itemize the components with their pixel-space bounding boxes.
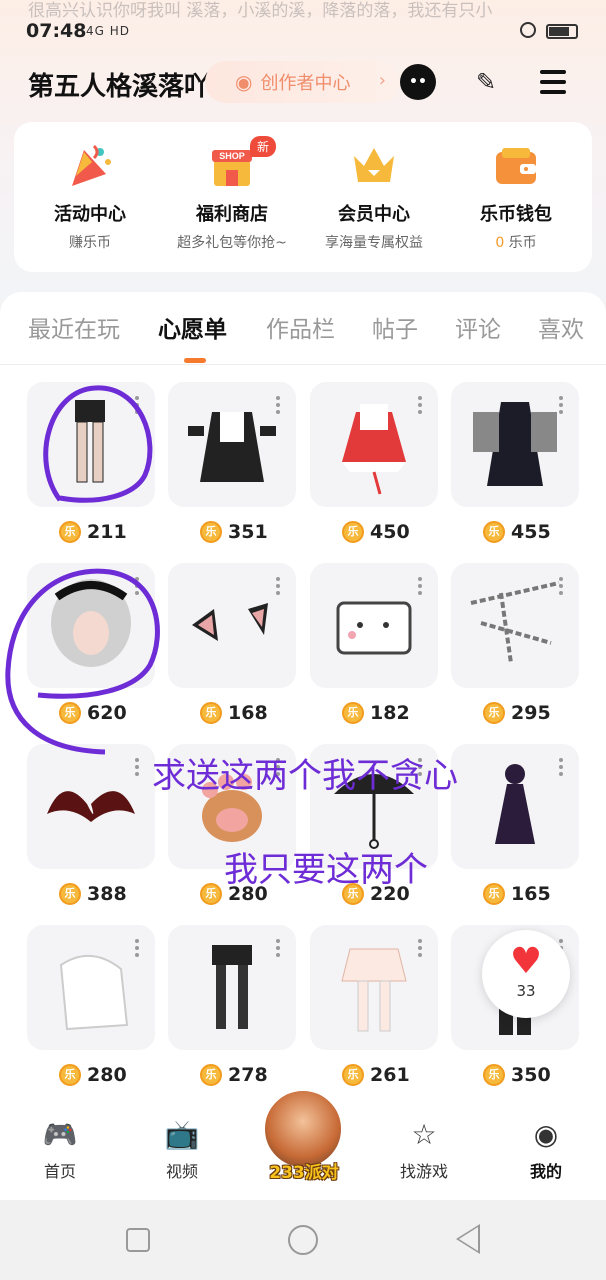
price-value: 388 — [87, 883, 127, 905]
welfare-shop-button[interactable]: SHOP 福利商店 超多礼包等你抢~ — [162, 142, 302, 252]
star-icon: ☆ — [411, 1118, 437, 1151]
scrolling-bio: 很高兴认识你呀我叫 溪落，小溪的溪，降落的落，我还有只小 — [28, 1, 493, 21]
party-popper-icon — [66, 142, 114, 190]
wishlist-item[interactable] — [168, 925, 296, 1050]
home-circle-icon[interactable] — [288, 1225, 318, 1255]
tab-posts[interactable]: 帖子 — [372, 310, 418, 344]
wishlist-item[interactable] — [27, 925, 155, 1050]
price-value: 278 — [228, 1064, 268, 1086]
item-price: 乐 278 — [200, 1063, 268, 1087]
coin-icon: 乐 — [200, 1064, 222, 1086]
wallet-title: 乐币钱包 — [480, 204, 552, 225]
shop-text: SHOP — [219, 151, 245, 161]
item-price: 乐 350 — [483, 1063, 551, 1087]
coin-icon: 乐 — [342, 1064, 364, 1086]
coin-icon: 乐 — [483, 1064, 505, 1086]
gamepad-icon: 🎮 — [42, 1118, 78, 1151]
nav-find-games-label: 找游戏 — [399, 1162, 448, 1181]
edit-icon[interactable]: ✎ — [468, 64, 504, 100]
menu-icon[interactable] — [536, 64, 572, 100]
item-price: 乐 165 — [483, 882, 551, 906]
price-value: 280 — [87, 1064, 127, 1086]
activity-center-sub: 赚乐币 — [69, 235, 111, 251]
item-price: 乐 388 — [59, 882, 127, 906]
item-price: 乐 280 — [59, 1063, 127, 1087]
wallet-button[interactable]: 乐币钱包 0 乐币 — [446, 142, 586, 252]
tab-divider — [0, 364, 606, 365]
chevron-right-icon: › — [378, 70, 386, 91]
coin-icon: 乐 — [483, 883, 505, 905]
status-time: 07:48 — [26, 20, 87, 42]
tab-comments[interactable]: 评论 — [455, 310, 501, 344]
price-value: 350 — [511, 1064, 551, 1086]
profile-tabs: 最近在玩 心愿单 作品栏 帖子 评论 喜欢 — [0, 310, 606, 350]
nav-find-games[interactable]: ☆ 找游戏 — [384, 1118, 464, 1182]
favorite-button[interactable]: ♥ 33 — [482, 930, 570, 1018]
coin-icon: 乐 — [59, 1064, 81, 1086]
nav-party-label[interactable]: 233派对 — [258, 1158, 350, 1183]
heart-icon: ♥ — [509, 941, 543, 982]
tv-icon: 📺 — [164, 1118, 200, 1151]
wallet-icon — [492, 142, 540, 190]
creator-center-label: 创作者中心 — [260, 73, 351, 94]
profile-icon: ◉ — [533, 1118, 559, 1151]
quick-access-card: 活动中心 赚乐币 SHOP 福利商店 超多礼包等你抢~ 新 会员中心 享海量专属… — [14, 122, 592, 272]
creator-center-button[interactable]: ◉ 创作者中心 › — [205, 61, 400, 103]
system-navigation-bar — [0, 1200, 606, 1280]
more-options-icon[interactable] — [276, 939, 280, 960]
coin-icon: 乐 — [59, 883, 81, 905]
recent-apps-icon[interactable] — [126, 1228, 150, 1252]
active-tab-indicator — [184, 358, 206, 363]
nav-mine[interactable]: ◉ 我的 — [506, 1118, 586, 1182]
more-options-icon[interactable] — [418, 939, 422, 960]
shop-icon: SHOP — [208, 142, 256, 190]
back-icon[interactable] — [456, 1224, 480, 1254]
tab-recent[interactable]: 最近在玩 — [28, 310, 120, 344]
coin-icon: 乐 — [200, 883, 222, 905]
activity-center-button[interactable]: 活动中心 赚乐币 — [20, 142, 160, 252]
new-badge: 新 — [250, 136, 277, 157]
tab-works[interactable]: 作品栏 — [266, 310, 335, 344]
wallet-sub: 0 乐币 — [446, 232, 586, 252]
wallet-balance: 0 — [495, 235, 505, 251]
nav-home-label: 首页 — [43, 1162, 76, 1181]
gamepad-icon: ◉ — [235, 70, 253, 94]
handwritten-note-2: 我只要这两个 — [224, 850, 428, 890]
wishlist-item[interactable] — [310, 925, 438, 1050]
nav-mine-label: 我的 — [529, 1162, 562, 1181]
more-options-icon[interactable] — [135, 939, 139, 960]
item-price: 乐 261 — [342, 1063, 410, 1087]
member-center-title: 会员中心 — [338, 204, 410, 225]
nav-video[interactable]: 📺 视频 — [142, 1118, 222, 1182]
handwritten-note-1: 求送这两个我不贪心 — [152, 756, 458, 796]
nav-video-label: 视频 — [165, 1162, 198, 1181]
welfare-shop-sub: 超多礼包等你抢~ — [177, 235, 287, 251]
sync-icon — [520, 22, 536, 38]
nav-home[interactable]: 🎮 首页 — [20, 1118, 100, 1182]
profile-header: 第五人格溪落吖呀 ◉ 创作者中心 › •• ✎ — [0, 58, 606, 108]
crown-icon — [350, 142, 398, 190]
price-value: 165 — [511, 883, 551, 905]
welfare-shop-title: 福利商店 — [196, 204, 268, 225]
member-center-sub: 享海量专属权益 — [325, 235, 423, 251]
battery-icon — [546, 24, 578, 39]
message-icon[interactable]: •• — [400, 64, 436, 100]
signal-icons: 4G HD — [86, 24, 131, 38]
member-center-button[interactable]: 会员中心 享海量专属权益 — [304, 142, 444, 252]
favorite-count: 33 — [516, 982, 536, 1000]
wallet-unit: 乐币 — [504, 235, 537, 251]
tab-likes[interactable]: 喜欢 — [538, 310, 584, 344]
activity-center-title: 活动中心 — [54, 204, 126, 225]
tab-wishlist[interactable]: 心愿单 — [158, 310, 227, 344]
circle-annotation — [5, 385, 160, 755]
price-value: 261 — [370, 1064, 410, 1086]
